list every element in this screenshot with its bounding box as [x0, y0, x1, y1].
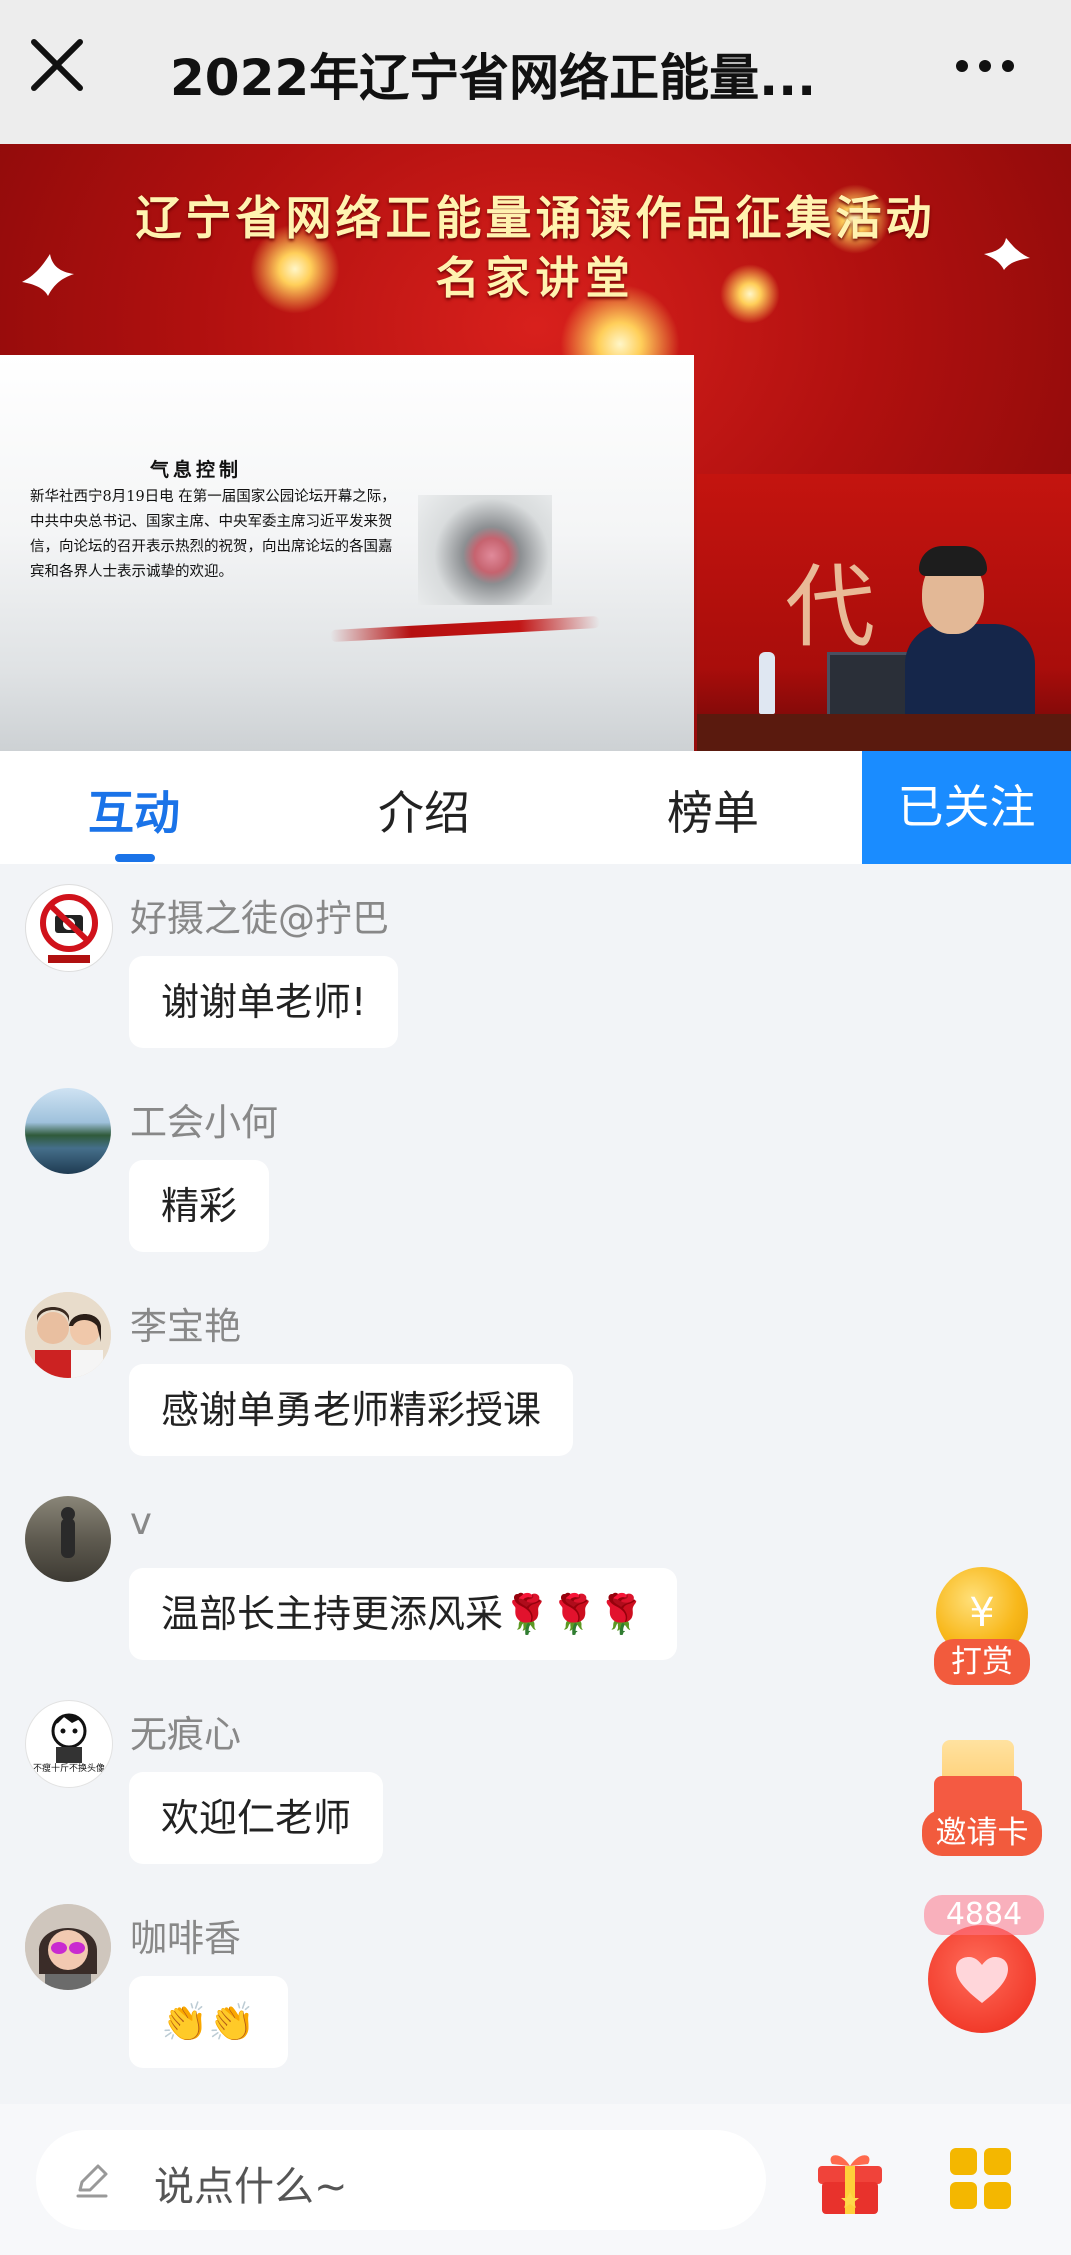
tab-ranking[interactable]: 榜单	[667, 777, 759, 843]
gift-icon	[818, 2155, 882, 2214]
lotus-image	[418, 495, 552, 605]
avatar-caption: 不瘦十斤不换头像	[32, 1764, 105, 1774]
speaker-body	[905, 624, 1035, 724]
banner-subtitle: 名家讲堂	[435, 253, 636, 304]
brush-stroke	[329, 615, 601, 643]
bottom-bar: 说点什么~	[0, 2104, 1071, 2255]
like-button[interactable]: 4884	[924, 1895, 1048, 2035]
active-tab-indicator	[115, 854, 155, 862]
avatar[interactable]	[25, 884, 113, 972]
top-bar: 2022年辽宁省网络正能量...	[0, 0, 1071, 144]
invite-card-button[interactable]: 邀请卡	[920, 1740, 1044, 1858]
message-bubble: 欢迎仁老师	[129, 1772, 384, 1864]
reward-label: 打赏	[934, 1639, 1030, 1685]
slide-heading: 气息控制	[150, 459, 243, 481]
like-count: 4884	[924, 1895, 1044, 1935]
username: 好摄之徒@拧巴	[130, 897, 389, 940]
tab-intro[interactable]: 介绍	[378, 777, 470, 843]
username: 无痕心	[130, 1713, 241, 1756]
tab-bar: 互动 介绍 榜单 已关注	[0, 751, 1071, 864]
heart-icon	[956, 1957, 1008, 2003]
backdrop-character: 代	[785, 555, 875, 660]
username: 咖啡香	[130, 1917, 241, 1960]
gift-button[interactable]	[812, 2142, 888, 2218]
username: 李宝艳	[130, 1305, 241, 1348]
pencil-icon	[76, 2164, 108, 2198]
corridor-photo	[61, 1507, 75, 1558]
grid-icon	[950, 2148, 1012, 2210]
avatar[interactable]: 不瘦十斤不换头像	[25, 1700, 113, 1788]
avatar[interactable]	[25, 1292, 111, 1378]
speaker-video: 代	[697, 474, 1071, 751]
input-placeholder: 说点什么~	[154, 2164, 348, 2210]
reward-button[interactable]: ¥ 打赏	[926, 1567, 1042, 1691]
presentation-slide: 气息控制 新华社西宁8月19日电 在第一届国家公园论坛开幕之际，中共中央总书记、…	[0, 355, 694, 751]
slide-text: 新华社西宁8月19日电 在第一届国家公园论坛开幕之际，中共中央总书记、国家主席、…	[30, 489, 396, 580]
message-bubble: 精彩	[129, 1160, 270, 1252]
sunglasses-woman	[25, 1904, 111, 1990]
comment-input[interactable]: 说点什么~	[36, 2130, 766, 2230]
podium	[697, 714, 1071, 751]
more-apps-button[interactable]	[950, 2148, 1012, 2210]
close-button[interactable]	[22, 30, 92, 100]
avatar[interactable]	[25, 1904, 111, 1990]
more-icon	[956, 60, 1014, 72]
more-button[interactable]	[940, 36, 1030, 96]
page-title: 2022年辽宁省网络正能量...	[170, 49, 817, 107]
username: 工会小何	[130, 1101, 278, 1144]
no-camera-icon	[40, 894, 98, 963]
message-bubble: 感谢单勇老师精彩授课	[129, 1364, 574, 1456]
live-banner[interactable]: 辽宁省网络正能量诵读作品征集活动 名家讲堂 气息控制 新华社西宁8月19日电 在…	[0, 144, 1071, 751]
username: v	[130, 1500, 152, 1543]
two-people-photo	[25, 1292, 111, 1378]
follow-button[interactable]: 已关注	[862, 751, 1071, 864]
message-bubble: 谢谢单老师!	[129, 956, 399, 1048]
close-icon	[31, 39, 83, 91]
message-bubble: 👏👏	[129, 1976, 288, 2068]
avatar[interactable]	[25, 1496, 111, 1582]
avatar[interactable]	[25, 1088, 111, 1174]
speaker-hair	[919, 546, 987, 576]
like-circle	[928, 1925, 1036, 2033]
banner-title: 辽宁省网络正能量诵读作品征集活动	[135, 191, 936, 245]
water-bottle	[759, 652, 775, 714]
tab-interaction[interactable]: 互动	[88, 777, 180, 843]
message-bubble: 温部长主持更添风采🌹🌹🌹	[129, 1568, 677, 1660]
chat-list[interactable]: 好摄之徒@拧巴 谢谢单老师! 工会小何 精彩 李宝艳 感谢单勇老师精彩授课 v …	[0, 864, 1071, 2104]
invite-label: 邀请卡	[922, 1810, 1042, 1856]
